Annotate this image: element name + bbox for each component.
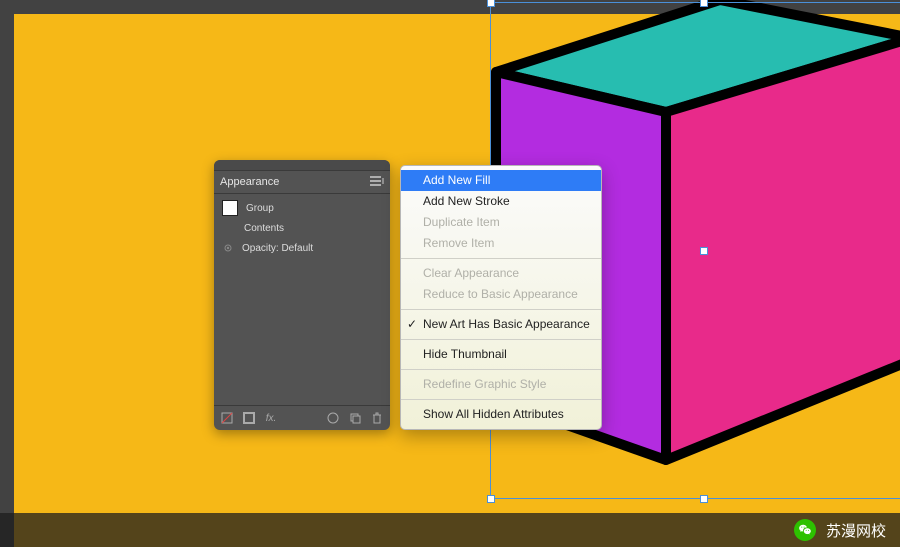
menu-separator bbox=[401, 339, 601, 340]
clear-appearance-icon[interactable] bbox=[326, 411, 340, 425]
no-fill-icon[interactable] bbox=[220, 411, 234, 425]
watermark-text: 苏漫网校 bbox=[826, 520, 886, 541]
thumbnail-swatch bbox=[222, 200, 238, 216]
selection-edge bbox=[490, 2, 900, 3]
row-label: Group bbox=[246, 203, 274, 214]
menu-separator bbox=[401, 309, 601, 310]
panel-drag-bar[interactable] bbox=[214, 160, 390, 171]
selection-handle[interactable] bbox=[700, 0, 708, 7]
menu-item-show-hidden-attrs[interactable]: Show All Hidden Attributes bbox=[401, 404, 601, 425]
selection-handle[interactable] bbox=[700, 495, 708, 503]
duplicate-icon[interactable] bbox=[348, 411, 362, 425]
selection-handle[interactable] bbox=[487, 495, 495, 503]
menu-item-new-art-basic[interactable]: New Art Has Basic Appearance bbox=[401, 314, 601, 335]
menu-item-reduce-basic: Reduce to Basic Appearance bbox=[401, 284, 601, 305]
appearance-flyout-menu[interactable]: Add New Fill Add New Stroke Duplicate It… bbox=[400, 165, 602, 430]
ruler-vertical[interactable] bbox=[0, 0, 14, 547]
row-label: Contents bbox=[244, 223, 284, 234]
menu-item-hide-thumbnail[interactable]: Hide Thumbnail bbox=[401, 344, 601, 365]
menu-item-clear-appearance: Clear Appearance bbox=[401, 263, 601, 284]
row-label: Opacity: Default bbox=[242, 243, 313, 254]
fx-icon[interactable]: fx. bbox=[264, 411, 278, 425]
selection-edge bbox=[490, 498, 900, 499]
menu-separator bbox=[401, 399, 601, 400]
visibility-icon[interactable] bbox=[222, 242, 234, 254]
appearance-row-contents[interactable]: Contents bbox=[214, 218, 390, 238]
selection-center-handle[interactable] bbox=[700, 247, 708, 255]
stroke-icon[interactable] bbox=[242, 411, 256, 425]
trash-icon[interactable] bbox=[370, 411, 384, 425]
appearance-row-group[interactable]: Group bbox=[214, 198, 390, 218]
menu-item-redefine-style: Redefine Graphic Style bbox=[401, 374, 601, 395]
panel-footer: fx. bbox=[214, 405, 390, 430]
menu-item-add-new-stroke[interactable]: Add New Stroke bbox=[401, 191, 601, 212]
wechat-icon bbox=[794, 519, 816, 541]
panel-body: Group Contents Opacity: Default bbox=[214, 194, 390, 262]
panel-flyout-menu-button[interactable] bbox=[370, 176, 384, 189]
menu-item-add-new-fill[interactable]: Add New Fill bbox=[401, 170, 601, 191]
watermark-overlay: 苏漫网校 bbox=[0, 513, 900, 547]
menu-separator bbox=[401, 258, 601, 259]
menu-separator bbox=[401, 369, 601, 370]
menu-item-remove-item: Remove Item bbox=[401, 233, 601, 254]
appearance-panel[interactable]: Appearance Group Contents Opacity: Defau… bbox=[214, 160, 390, 430]
canvas[interactable]: Appearance Group Contents Opacity: Defau… bbox=[0, 0, 900, 547]
panel-tab-appearance[interactable]: Appearance bbox=[220, 176, 279, 188]
appearance-row-opacity[interactable]: Opacity: Default bbox=[214, 238, 390, 258]
menu-item-duplicate-item: Duplicate Item bbox=[401, 212, 601, 233]
selection-handle[interactable] bbox=[487, 0, 495, 7]
